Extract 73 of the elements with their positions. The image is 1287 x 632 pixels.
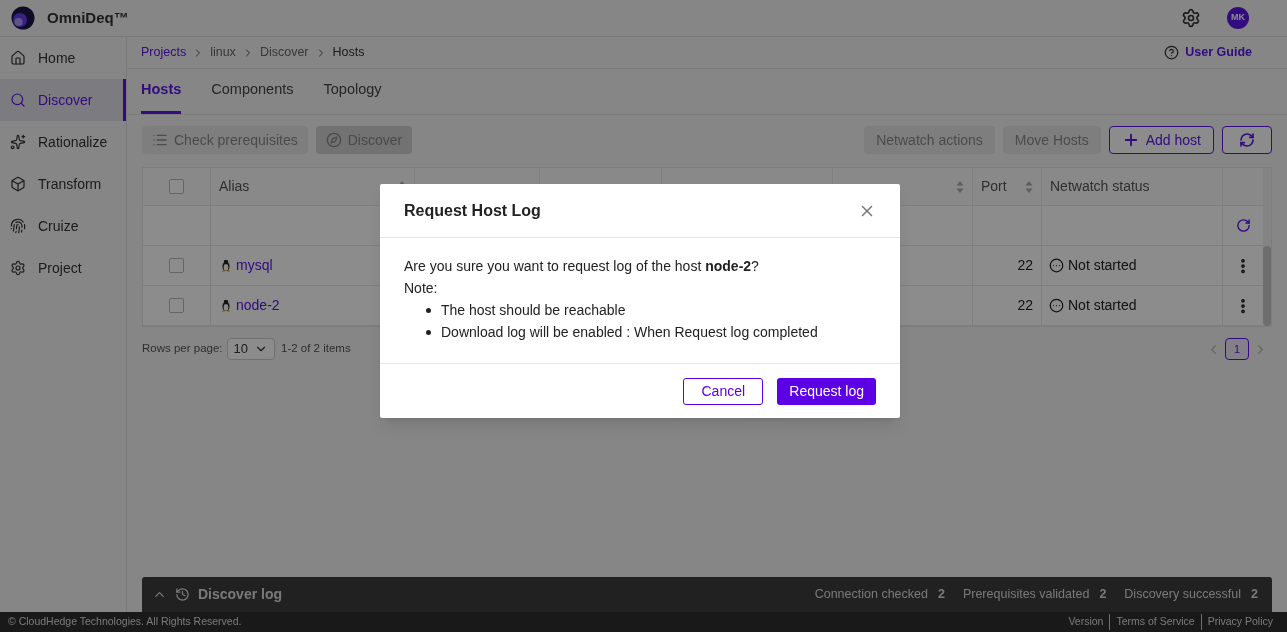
pending-icon — [1049, 258, 1064, 273]
refresh-icon — [1239, 132, 1255, 148]
tab[interactable]: Components — [211, 69, 294, 114]
stat-value: 2 — [937, 586, 945, 604]
fingerprint-icon — [10, 218, 26, 234]
footer-link[interactable]: Terms of Service — [1109, 614, 1201, 630]
footer-link[interactable]: Privacy Policy — [1200, 614, 1279, 630]
breadcrumb-item: linux — [210, 44, 236, 62]
breadcrumb-item: Discover — [259, 44, 309, 62]
sidebar-item[interactable]: Project — [0, 247, 126, 289]
user-guide-link[interactable]: User Guide — [1185, 43, 1252, 62]
row-checkbox[interactable] — [169, 298, 184, 313]
range-label: 1-2 of 2 items — [281, 341, 351, 357]
refresh-button[interactable] — [1222, 126, 1272, 154]
note-item: The host should be reachable — [441, 301, 626, 320]
refresh-icon[interactable] — [1235, 218, 1251, 233]
rows-per-page-label: Rows per page: — [142, 341, 223, 357]
footer-link[interactable]: Version — [1062, 614, 1110, 630]
list-icon — [152, 132, 168, 148]
penguin-icon — [221, 299, 231, 312]
table-cell-text: Not started — [1068, 256, 1137, 275]
sidebar-item[interactable]: Home — [0, 37, 126, 79]
stat-label: Discovery successful — [1124, 586, 1242, 604]
row-checkbox[interactable] — [169, 258, 184, 273]
table-cell-text: 22 — [1017, 296, 1033, 315]
sidebar-item[interactable]: Transform — [0, 163, 126, 205]
dialog-title: Request Host Log — [404, 200, 541, 221]
column-header: Netwatch status — [1050, 177, 1150, 196]
toolbar-button[interactable]: Add host — [1108, 126, 1214, 154]
breadcrumb-link[interactable]: Projects — [141, 43, 187, 62]
tab[interactable]: Topology — [323, 69, 382, 114]
discover-log-title: Discover log — [198, 585, 283, 604]
tab[interactable]: Hosts — [141, 69, 182, 114]
sidebar-item[interactable]: Discover — [0, 79, 126, 121]
logo-icon — [11, 6, 35, 30]
stat-value: 2 — [1099, 586, 1107, 604]
column-header: Port — [981, 177, 1007, 196]
table-cell-text: 22 — [1017, 256, 1033, 275]
app-name: OmniDeq™ — [47, 7, 129, 28]
rows-per-page-select[interactable]: 10 — [226, 338, 275, 360]
bullet-icon — [426, 329, 431, 335]
search-icon — [10, 92, 26, 108]
page-button[interactable]: 1 — [1225, 338, 1249, 360]
stat-label: Connection checked — [814, 586, 928, 604]
penguin-icon — [221, 259, 231, 272]
breadcrumb-item: Hosts — [332, 44, 365, 62]
copyright-text: © CloudHedge Technologies. All Rights Reserved. — [8, 614, 242, 630]
column-header: Alias — [219, 177, 250, 196]
history-icon — [175, 587, 190, 602]
request-log-button[interactable]: Request log — [777, 377, 876, 405]
cancel-button[interactable]: Cancel — [683, 377, 764, 405]
host-link[interactable]: node-2 — [236, 295, 280, 316]
settings-icon[interactable] — [1181, 8, 1201, 28]
stat-value: 2 — [1251, 586, 1258, 604]
table-cell-text: Not started — [1068, 296, 1137, 315]
dialog-message: Are you sure you want to request log of the host node-2? — [404, 257, 760, 276]
compass-icon — [325, 132, 342, 148]
scrollbar-thumb[interactable] — [1263, 246, 1271, 326]
stat-label: Prerequisites validated — [962, 586, 1090, 604]
note-item: Download log will be enabled : When Request log completed — [441, 323, 818, 342]
sidebar-item[interactable]: Cruize — [0, 205, 126, 247]
settings-icon — [10, 260, 26, 276]
note-label: Note: — [404, 279, 439, 298]
host-link[interactable]: mysql — [236, 255, 273, 276]
pending-icon — [1049, 298, 1064, 313]
home-icon — [10, 50, 26, 66]
bullet-icon — [426, 307, 431, 313]
user-avatar[interactable]: MK — [1227, 7, 1249, 29]
help-icon — [1164, 45, 1180, 60]
sidebar-item[interactable]: Rationalize — [0, 121, 126, 163]
cube-icon — [10, 176, 26, 192]
select-all-checkbox[interactable] — [169, 179, 184, 194]
sparkles-icon — [10, 134, 26, 150]
